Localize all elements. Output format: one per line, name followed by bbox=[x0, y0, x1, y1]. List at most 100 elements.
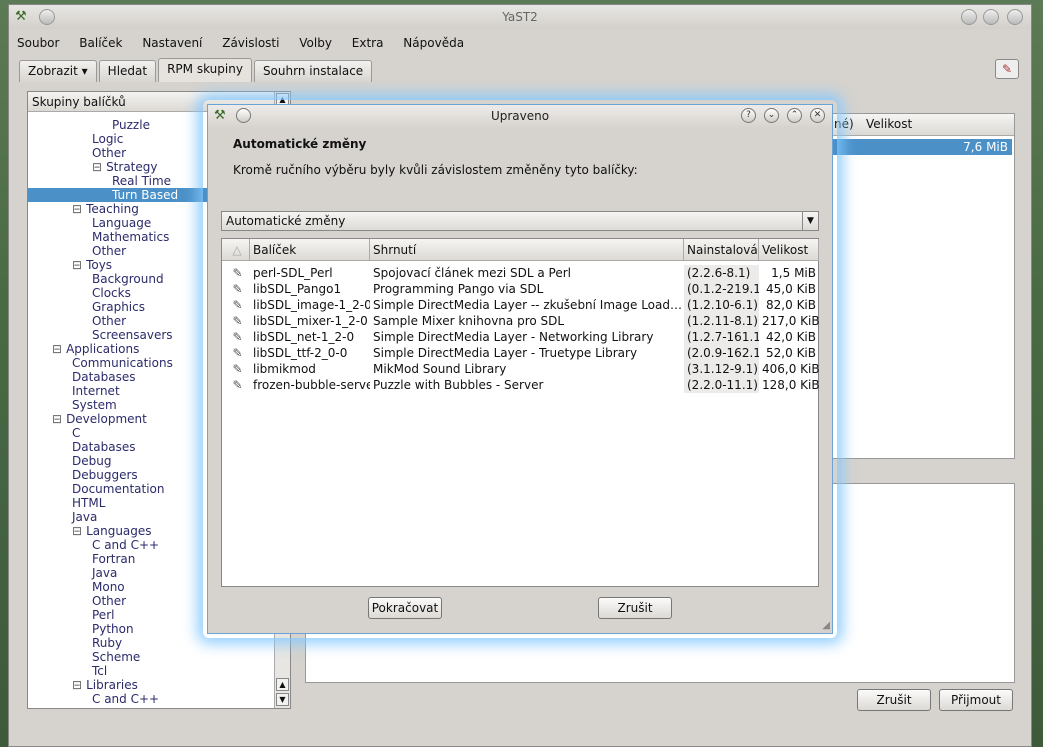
table-row[interactable]: ✎ frozen-bubble-server Puzzle with Bubbles… bbox=[222, 377, 819, 393]
tree-item[interactable]: ⊟ Languages bbox=[72, 524, 152, 538]
chevron-down-icon[interactable]: ▼ bbox=[802, 212, 818, 230]
table-row[interactable]: ✎ libmikmod MikMod Sound Library (3.1.12-9.… bbox=[222, 361, 819, 377]
tree-item[interactable]: Databases bbox=[72, 370, 136, 384]
menu-soubor[interactable]: Soubor bbox=[9, 33, 67, 53]
tree-item[interactable]: Communications bbox=[72, 356, 173, 370]
tree-item[interactable]: Other bbox=[92, 244, 126, 258]
view-dropdown-button[interactable]: Zobrazit ▾ bbox=[19, 60, 97, 82]
tree-item[interactable]: Internet bbox=[72, 384, 120, 398]
main-cancel-button[interactable]: Zrušit bbox=[857, 689, 931, 711]
tree-item[interactable]: Other bbox=[92, 314, 126, 328]
menu-zavislosti[interactable]: Závislosti bbox=[214, 33, 287, 53]
tree-item[interactable]: C and C++ bbox=[92, 692, 159, 706]
tree-item[interactable]: Background bbox=[92, 272, 164, 286]
maximize-icon[interactable] bbox=[983, 9, 999, 25]
menu-balicek[interactable]: Balíček bbox=[71, 33, 130, 53]
tree-item[interactable]: Language bbox=[92, 216, 151, 230]
window-menu-icon[interactable] bbox=[39, 9, 55, 25]
clear-filter-icon[interactable]: ✎ bbox=[995, 59, 1019, 79]
main-accept-button[interactable]: Přijmout bbox=[939, 689, 1013, 711]
menu-napoveda[interactable]: Nápověda bbox=[395, 33, 472, 53]
table-row[interactable]: ✎ libSDL_ttf-2_0-0 Simple DirectMedia Laye… bbox=[222, 345, 818, 361]
tree-item[interactable]: ⊟ Libraries bbox=[72, 678, 138, 692]
tree-item[interactable]: ⊟ Toys bbox=[72, 258, 112, 272]
table-row[interactable]: ✎ libSDL_mixer-1_2-0 Sample Mixer knihovna… bbox=[222, 313, 819, 329]
tree-item[interactable]: Fortran bbox=[92, 552, 135, 566]
help-icon[interactable]: ? bbox=[741, 108, 756, 123]
package-status-icon: ✎ bbox=[232, 346, 243, 360]
tree-item[interactable]: Clocks bbox=[92, 286, 131, 300]
tree-item[interactable]: Debuggers bbox=[72, 468, 138, 482]
close-icon[interactable] bbox=[1007, 9, 1023, 25]
tree-collapse-icon[interactable]: ⊟ bbox=[72, 524, 82, 538]
column-balicek[interactable]: Balíček bbox=[250, 239, 370, 261]
tree-item[interactable]: Ruby bbox=[92, 636, 122, 650]
menu-extra[interactable]: Extra bbox=[344, 33, 392, 53]
package-name: libSDL_Pango1 bbox=[253, 282, 342, 296]
tree-item[interactable]: C bbox=[72, 426, 80, 440]
close-icon[interactable]: ✕ bbox=[810, 108, 825, 123]
tab-rpm-skupiny[interactable]: RPM skupiny bbox=[158, 58, 252, 82]
package-size: 128,0 KiB bbox=[762, 378, 819, 392]
table-row[interactable]: ✎ libSDL_image-1_2-0 Simple DirectMedia La… bbox=[222, 297, 818, 313]
minimize-icon[interactable]: ⌄ bbox=[764, 108, 779, 123]
tree-item[interactable]: Java bbox=[72, 510, 97, 524]
status-column-icon[interactable]: △ bbox=[222, 239, 250, 261]
resize-grip-icon[interactable]: ◢ bbox=[822, 620, 830, 631]
tree-item[interactable]: Tcl bbox=[92, 664, 107, 678]
tree-item[interactable]: Graphics bbox=[92, 300, 145, 314]
tree-item-label: C and C++ bbox=[92, 538, 160, 552]
tree-item[interactable]: Perl bbox=[92, 608, 114, 622]
tree-item[interactable]: Real Time bbox=[112, 174, 171, 188]
column-velikost[interactable]: Velikost bbox=[759, 239, 819, 261]
tree-item[interactable]: System bbox=[72, 398, 117, 412]
continue-button[interactable]: Pokračovat bbox=[368, 597, 442, 619]
tree-item[interactable]: C and C++ bbox=[92, 538, 159, 552]
table-row[interactable]: ✎ libSDL_Pango1 Programming Pango via SDL (… bbox=[222, 281, 818, 297]
menu-volby[interactable]: Volby bbox=[291, 33, 340, 53]
tree-item[interactable]: ⊟ Development bbox=[52, 412, 147, 426]
tree-item[interactable]: ⊟ Teaching bbox=[72, 202, 139, 216]
column-shrnuti[interactable]: Shrnutí bbox=[370, 239, 684, 261]
tree-collapse-icon[interactable]: ⊟ bbox=[72, 202, 82, 216]
tree-item[interactable]: Mono bbox=[92, 580, 125, 594]
menu-nastaveni[interactable]: Nastavení bbox=[134, 33, 210, 53]
cancel-button[interactable]: Zrušit bbox=[598, 597, 672, 619]
tree-item[interactable]: HTML bbox=[72, 496, 105, 510]
table-row[interactable]: ✎ perl-SDL_Perl Spojovací článek mezi SDL … bbox=[222, 265, 818, 281]
tree-item[interactable]: Java bbox=[92, 566, 117, 580]
scroll-down-icon[interactable]: ▼ bbox=[276, 693, 289, 706]
tree-item[interactable]: Mathematics bbox=[92, 230, 169, 244]
tab-hledat[interactable]: Hledat bbox=[98, 60, 157, 82]
tree-item[interactable]: ⊟ Strategy bbox=[92, 160, 157, 174]
tree-item[interactable]: Documentation bbox=[72, 482, 165, 496]
tree-collapse-icon[interactable]: ⊟ bbox=[92, 160, 102, 174]
selected-package-row[interactable]: 7,6 MiB bbox=[832, 139, 1012, 155]
tree-item[interactable]: Scheme bbox=[92, 650, 140, 664]
tree-item[interactable]: Puzzle bbox=[112, 118, 150, 132]
tree-item[interactable]: Screensavers bbox=[92, 328, 173, 342]
tree-item[interactable]: Databases bbox=[72, 440, 136, 454]
changes-filter-select[interactable]: Automatické změny ▼ bbox=[221, 211, 819, 231]
scroll-up-icon-bottom[interactable]: ▲ bbox=[276, 678, 289, 691]
tree-collapse-icon[interactable]: ⊟ bbox=[72, 678, 82, 692]
tree-item-label: Teaching bbox=[86, 202, 139, 216]
table-row[interactable]: ✎ libSDL_net-1_2-0 Simple DirectMedia Laye… bbox=[222, 329, 818, 345]
tree-item[interactable]: Other bbox=[92, 146, 126, 160]
tree-item[interactable]: Python bbox=[92, 622, 134, 636]
column-nainstalovan[interactable]: Nainstalován bbox=[684, 239, 759, 261]
package-size: 82,0 KiB bbox=[766, 298, 816, 312]
tree-collapse-icon[interactable]: ⊟ bbox=[72, 258, 82, 272]
tree-item-label: Debug bbox=[72, 454, 112, 468]
dialog-menu-icon[interactable] bbox=[236, 108, 251, 123]
minimize-icon[interactable] bbox=[961, 9, 977, 25]
tree-item[interactable]: Debug bbox=[72, 454, 111, 468]
tree-item[interactable]: Logic bbox=[92, 132, 123, 146]
tree-collapse-icon[interactable]: ⊟ bbox=[52, 342, 62, 356]
tree-item[interactable]: GNOME bbox=[92, 706, 138, 708]
maximize-icon[interactable]: ⌃ bbox=[787, 108, 802, 123]
tree-item[interactable]: ⊟ Applications bbox=[52, 342, 139, 356]
tab-souhrn-instalace[interactable]: Souhrn instalace bbox=[253, 60, 373, 82]
tree-collapse-icon[interactable]: ⊟ bbox=[52, 412, 62, 426]
tree-item[interactable]: Other bbox=[92, 594, 126, 608]
